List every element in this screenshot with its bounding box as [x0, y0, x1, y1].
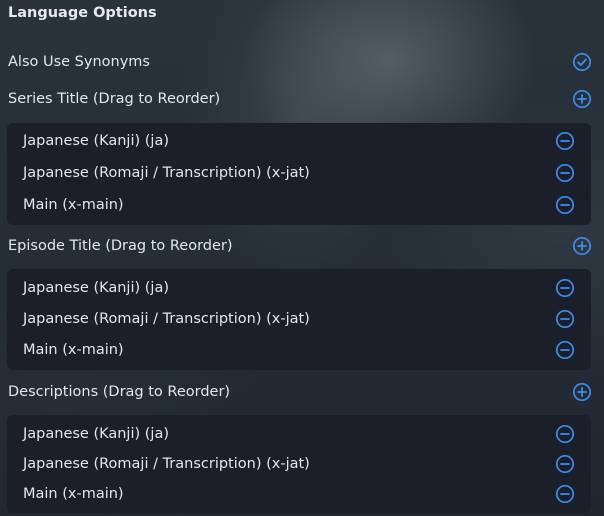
- add-description-language-button[interactable]: [572, 382, 592, 402]
- list-item[interactable]: Japanese (Kanji) (ja): [23, 276, 575, 300]
- section-label: Episode Title (Drag to Reorder): [8, 238, 233, 254]
- synonyms-toggle-row[interactable]: Also Use Synonyms: [8, 50, 592, 74]
- remove-language-button[interactable]: [555, 278, 575, 298]
- list-item[interactable]: Japanese (Romaji / Transcription) (x-jat…: [23, 452, 575, 476]
- remove-language-button[interactable]: [555, 454, 575, 474]
- remove-language-button[interactable]: [555, 484, 575, 504]
- list-item-label: Main (x-main): [23, 342, 124, 358]
- minus-circle-icon: [555, 131, 575, 151]
- plus-circle-icon: [572, 89, 592, 109]
- list-item-label: Japanese (Romaji / Transcription) (x-jat…: [23, 456, 310, 472]
- list-item[interactable]: Japanese (Kanji) (ja): [23, 422, 575, 446]
- list-item-label: Japanese (Kanji) (ja): [23, 280, 169, 296]
- minus-circle-icon: [555, 484, 575, 504]
- remove-language-button[interactable]: [555, 340, 575, 360]
- list-item[interactable]: Japanese (Romaji / Transcription) (x-jat…: [23, 307, 575, 331]
- list-item[interactable]: Main (x-main): [23, 338, 575, 362]
- check-circle-icon[interactable]: [572, 52, 592, 72]
- page-title: Language Options: [8, 5, 157, 21]
- add-series-title-language-button[interactable]: [572, 89, 592, 109]
- remove-language-button[interactable]: [555, 163, 575, 183]
- synonyms-label: Also Use Synonyms: [8, 54, 150, 70]
- list-item[interactable]: Japanese (Romaji / Transcription) (x-jat…: [23, 161, 575, 185]
- list-item-label: Japanese (Romaji / Transcription) (x-jat…: [23, 165, 310, 181]
- list-item[interactable]: Main (x-main): [23, 193, 575, 217]
- minus-circle-icon: [555, 340, 575, 360]
- remove-language-button[interactable]: [555, 309, 575, 329]
- section-header-series-title: Series Title (Drag to Reorder): [8, 87, 592, 111]
- list-item-label: Japanese (Kanji) (ja): [23, 426, 169, 442]
- remove-language-button[interactable]: [555, 131, 575, 151]
- minus-circle-icon: [555, 278, 575, 298]
- list-item[interactable]: Main (x-main): [23, 482, 575, 506]
- minus-circle-icon: [555, 195, 575, 215]
- section-label: Descriptions (Drag to Reorder): [8, 384, 231, 400]
- minus-circle-icon: [555, 309, 575, 329]
- list-item-label: Main (x-main): [23, 197, 124, 213]
- section-header-descriptions: Descriptions (Drag to Reorder): [8, 380, 592, 404]
- plus-circle-icon: [572, 382, 592, 402]
- minus-circle-icon: [555, 424, 575, 444]
- add-episode-title-language-button[interactable]: [572, 236, 592, 256]
- list-item-label: Japanese (Romaji / Transcription) (x-jat…: [23, 311, 310, 327]
- list-item-label: Main (x-main): [23, 486, 124, 502]
- section-label: Series Title (Drag to Reorder): [8, 91, 221, 107]
- section-header-episode-title: Episode Title (Drag to Reorder): [8, 234, 592, 258]
- minus-circle-icon: [555, 454, 575, 474]
- remove-language-button[interactable]: [555, 195, 575, 215]
- plus-circle-icon: [572, 236, 592, 256]
- descriptions-language-list[interactable]: Japanese (Kanji) (ja) Japanese (Romaji /…: [7, 415, 591, 513]
- series-title-language-list[interactable]: Japanese (Kanji) (ja) Japanese (Romaji /…: [7, 123, 591, 225]
- episode-title-language-list[interactable]: Japanese (Kanji) (ja) Japanese (Romaji /…: [7, 269, 591, 370]
- list-item[interactable]: Japanese (Kanji) (ja): [23, 129, 575, 153]
- minus-circle-icon: [555, 163, 575, 183]
- remove-language-button[interactable]: [555, 424, 575, 444]
- list-item-label: Japanese (Kanji) (ja): [23, 133, 169, 149]
